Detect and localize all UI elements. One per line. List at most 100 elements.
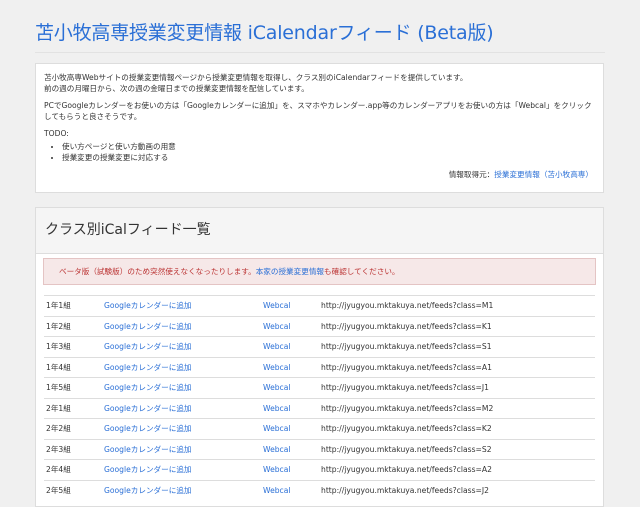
table-row: 2年5組 Googleカレンダーに追加 Webcal http://jyugyou.m…	[44, 479, 595, 500]
google-calendar-link-cell: Googleカレンダーに追加	[102, 438, 263, 460]
webcal-link[interactable]: Webcal	[263, 465, 291, 474]
class-name-cell: 2年5組	[44, 479, 102, 500]
alert-text: ベータ版（試験版）のため突然使えなくなったりします。	[59, 267, 256, 276]
google-calendar-link-cell: Googleカレンダーに追加	[102, 418, 263, 439]
info-box: 苫小牧高専Webサイトの授業変更情報ページから授業変更情報を取得し、クラス別のi…	[35, 63, 604, 193]
source-label: 情報取得元：	[448, 170, 495, 179]
class-name: 2年5組	[46, 485, 71, 495]
class-name-cell: 1年4組	[44, 356, 102, 378]
page-header: 苫小牧高専授業変更情報 iCalendarフィード (Beta版)	[0, 0, 640, 62]
webcal-link[interactable]: Webcal	[263, 486, 291, 495]
feed-url-cell: http://jyugyou.mktakuya.net/feeds?class=…	[319, 418, 595, 439]
google-calendar-link[interactable]: Googleカレンダーに追加	[104, 404, 192, 413]
google-calendar-link[interactable]: Googleカレンダーに追加	[104, 342, 192, 351]
page-title: 苫小牧高専授業変更情報 iCalendarフィード (Beta版)	[35, 22, 494, 44]
google-calendar-link[interactable]: Googleカレンダーに追加	[104, 301, 192, 310]
google-calendar-link-cell: Googleカレンダーに追加	[102, 459, 263, 480]
feed-url-cell: http://jyugyou.mktakuya.net/feeds?class=…	[319, 479, 595, 500]
class-name: 1年1組	[46, 301, 71, 311]
alert-tail: も確認してください。	[324, 267, 400, 276]
alert-link[interactable]: 本家の授業変更情報	[256, 267, 324, 276]
google-calendar-link-cell: Googleカレンダーに追加	[102, 336, 263, 357]
google-calendar-link-cell: Googleカレンダーに追加	[102, 397, 263, 419]
table-row: 1年5組 Googleカレンダーに追加 Webcal http://jyugyou.m…	[44, 377, 595, 398]
feed-url-cell: http://jyugyou.mktakuya.net/feeds?class=…	[319, 438, 595, 460]
google-calendar-link-cell: Googleカレンダーに追加	[102, 479, 263, 500]
webcal-link[interactable]: Webcal	[263, 445, 291, 454]
source-line: 情報取得元：授業変更情報（苫小牧高専）	[449, 169, 593, 180]
feed-url: http://jyugyou.mktakuya.net/feeds?class=…	[321, 362, 492, 372]
google-calendar-link-cell: Googleカレンダーに追加	[102, 295, 263, 316]
webcal-link-cell: Webcal	[263, 397, 319, 419]
google-calendar-link[interactable]: Googleカレンダーに追加	[104, 465, 192, 474]
webcal-link-cell: Webcal	[263, 377, 319, 398]
feed-url-cell: http://jyugyou.mktakuya.net/feeds?class=…	[319, 315, 595, 337]
class-name-cell: 2年2組	[44, 418, 102, 439]
header-divider	[35, 52, 605, 53]
beta-alert: ベータ版（試験版）のため突然使えなくなったりします。本家の授業変更情報も確認して…	[43, 258, 596, 285]
panel-title: クラス別iCalフィード一覧	[36, 208, 603, 254]
feed-url: http://jyugyou.mktakuya.net/feeds?class=…	[321, 465, 492, 475]
webcal-link[interactable]: Webcal	[263, 383, 291, 392]
google-calendar-link[interactable]: Googleカレンダーに追加	[104, 486, 192, 495]
feed-url-cell: http://jyugyou.mktakuya.net/feeds?class=…	[319, 459, 595, 480]
table-row: 2年1組 Googleカレンダーに追加 Webcal http://jyugyou.m…	[44, 397, 595, 419]
description: 苫小牧高専Webサイトの授業変更情報ページから授業変更情報を取得し、クラス別のi…	[44, 72, 593, 94]
table-row: 1年2組 Googleカレンダーに追加 Webcal http://jyugyou.m…	[44, 315, 595, 337]
table-row: 1年4組 Googleカレンダーに追加 Webcal http://jyugyou.m…	[44, 356, 595, 378]
class-name: 1年2組	[46, 321, 71, 331]
usage-hint: PCでGoogleカレンダーをお使いの方は「Googleカレンダーに追加」を、ス…	[44, 101, 592, 121]
feed-url: http://jyugyou.mktakuya.net/feeds?class=…	[321, 403, 494, 413]
feed-url-cell: http://jyugyou.mktakuya.net/feeds?class=…	[319, 377, 595, 398]
class-name: 2年1組	[46, 403, 71, 413]
todo-list: 使い方ページと使い方動画の用意 授業変更の授業変更に対応する	[44, 141, 593, 163]
description-line-2: 前の週の月曜日から、次の週の金曜日までの授業変更情報を配信しています。	[44, 84, 309, 93]
feed-url-cell: http://jyugyou.mktakuya.net/feeds?class=…	[319, 397, 595, 419]
feed-url-cell: http://jyugyou.mktakuya.net/feeds?class=…	[319, 356, 595, 378]
google-calendar-link[interactable]: Googleカレンダーに追加	[104, 363, 192, 372]
webcal-link[interactable]: Webcal	[263, 301, 291, 310]
class-name-cell: 1年2組	[44, 315, 102, 337]
class-name-cell: 1年1組	[44, 295, 102, 316]
webcal-link[interactable]: Webcal	[263, 322, 291, 331]
google-calendar-link[interactable]: Googleカレンダーに追加	[104, 445, 192, 454]
class-name-cell: 2年1組	[44, 397, 102, 419]
feed-panel: クラス別iCalフィード一覧 ベータ版（試験版）のため突然使えなくなったりします…	[35, 207, 604, 507]
feed-url: http://jyugyou.mktakuya.net/feeds?class=…	[321, 342, 492, 352]
todo-item: 使い方ページと使い方動画の用意	[62, 141, 593, 152]
todo-label: TODO:	[44, 129, 69, 138]
google-calendar-link[interactable]: Googleカレンダーに追加	[104, 383, 192, 392]
class-name: 1年4組	[46, 362, 71, 372]
class-name: 2年4組	[46, 465, 71, 475]
google-calendar-link[interactable]: Googleカレンダーに追加	[104, 322, 192, 331]
class-name-cell: 2年4組	[44, 459, 102, 480]
source-link[interactable]: 授業変更情報（苫小牧高専）	[494, 170, 593, 179]
webcal-link-cell: Webcal	[263, 356, 319, 378]
webcal-link-cell: Webcal	[263, 418, 319, 439]
table-row: 2年4組 Googleカレンダーに追加 Webcal http://jyugyou.m…	[44, 459, 595, 480]
table-row: 2年2組 Googleカレンダーに追加 Webcal http://jyugyou.m…	[44, 418, 595, 439]
webcal-link[interactable]: Webcal	[263, 424, 291, 433]
webcal-link[interactable]: Webcal	[263, 363, 291, 372]
feed-url-cell: http://jyugyou.mktakuya.net/feeds?class=…	[319, 336, 595, 357]
table-row: 1年1組 Googleカレンダーに追加 Webcal http://jyugyou.m…	[44, 295, 595, 316]
google-calendar-link-cell: Googleカレンダーに追加	[102, 315, 263, 337]
webcal-link-cell: Webcal	[263, 336, 319, 357]
webcal-link-cell: Webcal	[263, 459, 319, 480]
class-name-cell: 1年3組	[44, 336, 102, 357]
todo-item: 授業変更の授業変更に対応する	[62, 152, 593, 163]
webcal-link-cell: Webcal	[263, 479, 319, 500]
feed-url: http://jyugyou.mktakuya.net/feeds?class=…	[321, 321, 492, 331]
google-calendar-link-cell: Googleカレンダーに追加	[102, 377, 263, 398]
webcal-link[interactable]: Webcal	[263, 342, 291, 351]
feed-table: 1年1組 Googleカレンダーに追加 Webcal http://jyugyou.m…	[44, 295, 595, 500]
class-name: 2年3組	[46, 444, 71, 454]
google-calendar-link[interactable]: Googleカレンダーに追加	[104, 424, 192, 433]
webcal-link-cell: Webcal	[263, 315, 319, 337]
feed-url: http://jyugyou.mktakuya.net/feeds?class=…	[321, 383, 489, 393]
class-name-cell: 2年3組	[44, 438, 102, 460]
description-line-1: 苫小牧高専Webサイトの授業変更情報ページから授業変更情報を取得し、クラス別のi…	[44, 73, 468, 82]
webcal-link[interactable]: Webcal	[263, 404, 291, 413]
google-calendar-link-cell: Googleカレンダーに追加	[102, 356, 263, 378]
feed-url-cell: http://jyugyou.mktakuya.net/feeds?class=…	[319, 295, 595, 316]
